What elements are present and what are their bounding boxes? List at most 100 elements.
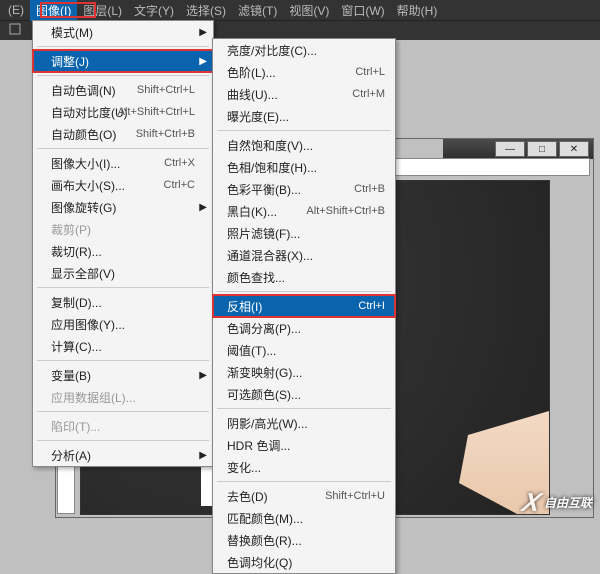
menu-separator (217, 291, 391, 292)
menu-item[interactable]: 曝光度(E)... (213, 105, 395, 127)
menu-item-label: 阈值(T)... (227, 342, 276, 359)
menu-item[interactable]: 自动对比度(U)Alt+Shift+Ctrl+L (33, 101, 213, 123)
menu-item-label: 曝光度(E)... (227, 108, 289, 125)
menu-shortcut: Ctrl+X (164, 157, 195, 169)
menu-item[interactable]: 变量(B)▶ (33, 364, 213, 386)
menu-item[interactable]: 变化... (213, 456, 395, 478)
menu-item[interactable]: 裁切(R)... (33, 240, 213, 262)
menu-item-label: 去色(D) (227, 488, 268, 505)
menu-item[interactable]: 替换颜色(R)... (213, 529, 395, 551)
menubar-item[interactable]: 选择(S) (180, 0, 232, 21)
submenu-arrow-icon: ▶ (199, 450, 207, 461)
menu-item-label: 陷印(T)... (51, 418, 100, 435)
menu-separator (37, 148, 209, 149)
menu-item-label: 色相/饱和度(H)... (227, 159, 317, 176)
menu-separator (217, 481, 391, 482)
menubar-item[interactable]: 文字(Y) (128, 0, 180, 21)
menu-separator (217, 408, 391, 409)
menu-item[interactable]: 色调分离(P)... (213, 317, 395, 339)
menu-item[interactable]: 自然饱和度(V)... (213, 134, 395, 156)
menu-item-label: 渐变映射(G)... (227, 364, 302, 381)
menu-item-label: 调整(J) (51, 53, 89, 70)
menu-separator (37, 411, 209, 412)
doc-titlebar: — □ ✕ (443, 139, 593, 159)
menu-separator (37, 360, 209, 361)
menu-item[interactable]: 曲线(U)...Ctrl+M (213, 83, 395, 105)
menu-item[interactable]: 画布大小(S)...Ctrl+C (33, 174, 213, 196)
menu-item-label: 自然饱和度(V)... (227, 137, 313, 154)
menu-item[interactable]: 应用图像(Y)... (33, 313, 213, 335)
menu-item[interactable]: 可选颜色(S)... (213, 383, 395, 405)
menu-item[interactable]: 阴影/高光(W)... (213, 412, 395, 434)
menu-item-label: 黑白(K)... (227, 203, 277, 220)
menu-separator (37, 287, 209, 288)
menu-item-label: 复制(D)... (51, 294, 102, 311)
submenu-arrow-icon: ▶ (199, 27, 207, 38)
menu-item-label: 变化... (227, 459, 261, 476)
menu-item-label: 色彩平衡(B)... (227, 181, 301, 198)
menubar-item[interactable]: 视图(V) (283, 0, 335, 21)
menu-item[interactable]: 色彩平衡(B)... Ctrl+B (213, 178, 395, 200)
menu-item[interactable]: 模式(M) ▶ (33, 21, 213, 43)
menu-item[interactable]: 色调均化(Q) (213, 551, 395, 573)
menu-item[interactable]: 照片滤镜(F)... (213, 222, 395, 244)
close-button[interactable]: ✕ (559, 141, 589, 157)
menu-shortcut: Alt+Shift+Ctrl+B (306, 205, 385, 217)
menu-item[interactable]: 反相(I)Ctrl+I (213, 295, 395, 317)
menu-item-label: 应用数据组(L)... (51, 389, 136, 406)
menu-item[interactable]: 分析(A) ▶ (33, 444, 213, 466)
menu-item-label: 通道混合器(X)... (227, 247, 313, 264)
menubar-item[interactable]: 帮助(H) (391, 0, 444, 21)
menu-item[interactable]: 自动颜色(O)Shift+Ctrl+B (33, 123, 213, 145)
tool-icon (8, 22, 22, 39)
menu-item[interactable]: 色阶(L)...Ctrl+L (213, 61, 395, 83)
menu-item-label: 反相(I) (227, 298, 262, 315)
menu-item: 陷印(T)... (33, 415, 213, 437)
menubar-item[interactable]: 窗口(W) (335, 0, 390, 21)
minimize-button[interactable]: — (495, 141, 525, 157)
submenu-arrow-icon: ▶ (199, 56, 207, 67)
menu-shortcut: Shift+Ctrl+L (137, 84, 195, 96)
menu-shortcut: Ctrl+M (352, 88, 385, 100)
menu-shortcut: Ctrl+B (354, 183, 385, 195)
menu-separator (217, 130, 391, 131)
menubar-item[interactable]: (E) (2, 1, 30, 19)
menu-item[interactable]: 黑白(K)... Alt+Shift+Ctrl+B (213, 200, 395, 222)
menubar-item[interactable]: 图层(L) (77, 0, 128, 21)
menubar-item[interactable]: 滤镜(T) (232, 0, 283, 21)
submenu-arrow-icon: ▶ (199, 370, 207, 381)
menu-item[interactable]: HDR 色调... (213, 434, 395, 456)
menu-item-label: 自动对比度(U) (51, 104, 128, 121)
menu-item[interactable]: 匹配颜色(M)... (213, 507, 395, 529)
watermark: X 自由互联 (523, 487, 592, 518)
menu-item[interactable]: 图像大小(I)...Ctrl+X (33, 152, 213, 174)
menu-item[interactable]: 阈值(T)... (213, 339, 395, 361)
menu-item[interactable]: 复制(D)... (33, 291, 213, 313)
menu-item-label: 可选颜色(S)... (227, 386, 301, 403)
menu-item[interactable]: 渐变映射(G)... (213, 361, 395, 383)
menu-item[interactable]: 调整(J) ▶ (33, 50, 213, 72)
menu-item[interactable]: 通道混合器(X)... (213, 244, 395, 266)
menu-item[interactable]: 计算(C)... (33, 335, 213, 357)
menu-item[interactable]: 显示全部(V) (33, 262, 213, 284)
menu-item: 裁剪(P) (33, 218, 213, 240)
menu-item-label: 阴影/高光(W)... (227, 415, 308, 432)
menu-image: 模式(M) ▶ 调整(J) ▶ 自动色调(N) Shift+Ctrl+L 自动对比度(U)A… (32, 20, 214, 467)
menubar-item[interactable]: 图像(I) (30, 0, 77, 21)
maximize-button[interactable]: □ (527, 141, 557, 157)
menu-shortcut: Alt+Shift+Ctrl+L (118, 106, 195, 118)
menu-item[interactable]: 自动色调(N) Shift+Ctrl+L (33, 79, 213, 101)
menu-item[interactable]: 颜色查找... (213, 266, 395, 288)
submenu-arrow-icon: ▶ (199, 202, 207, 213)
menu-item[interactable]: 图像旋转(G)▶ (33, 196, 213, 218)
menu-item[interactable]: 色相/饱和度(H)... (213, 156, 395, 178)
menu-item-label: 自动色调(N) (51, 82, 116, 99)
menu-item-label: 分析(A) (51, 447, 91, 464)
menubar: (E)图像(I)图层(L)文字(Y)选择(S)滤镜(T)视图(V)窗口(W)帮助… (0, 0, 600, 20)
menu-item[interactable]: 去色(D)Shift+Ctrl+U (213, 485, 395, 507)
menu-item-label: 色调分离(P)... (227, 320, 301, 337)
menu-shortcut: Shift+Ctrl+B (136, 128, 195, 140)
menu-item-label: 色阶(L)... (227, 64, 276, 81)
menu-item-label: 模式(M) (51, 24, 93, 41)
menu-item[interactable]: 亮度/对比度(C)... (213, 39, 395, 61)
